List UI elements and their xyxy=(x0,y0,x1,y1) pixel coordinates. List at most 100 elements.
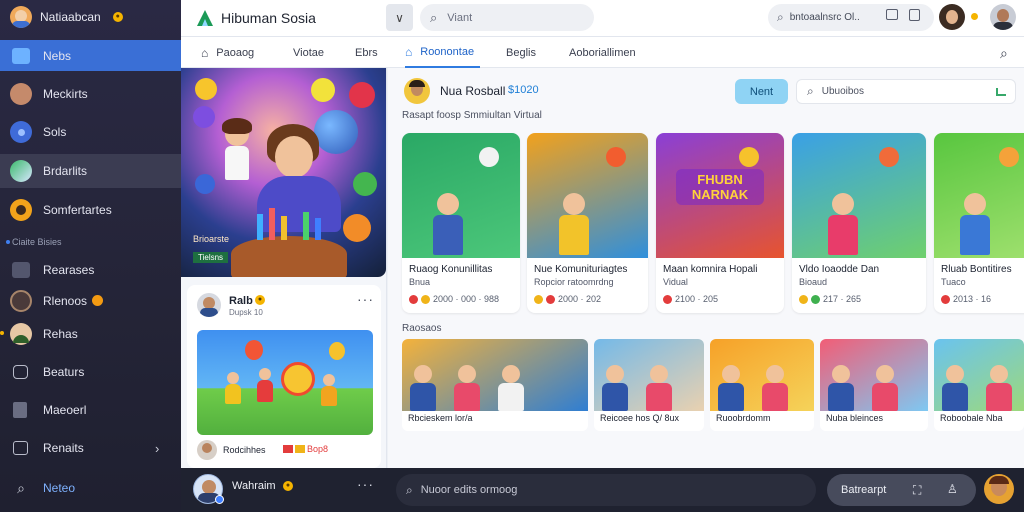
reaction-icon xyxy=(811,294,820,304)
check-icon[interactable] xyxy=(996,87,1006,96)
post-image[interactable] xyxy=(197,330,373,435)
video-meta: 2100 · 205 xyxy=(663,294,718,304)
video-card[interactable]: Nue Komunituriagtes Ropcior ratoomrdng 200… xyxy=(527,133,648,313)
featured-video[interactable]: Brioarste Tielsns xyxy=(181,68,386,277)
character-head xyxy=(323,374,335,386)
sidebar-item-beaturs[interactable]: Beaturs xyxy=(0,358,181,386)
recent-thumbnail[interactable] xyxy=(402,339,588,411)
video-thumbnail[interactable] xyxy=(527,133,648,258)
sidebar-profile[interactable]: Natiaabcan ● xyxy=(0,0,181,34)
video-subtitle: Bnua xyxy=(409,277,431,287)
search-icon[interactable]: ⌕ xyxy=(1000,45,1008,62)
recent-card[interactable]: Ruoobrdomm xyxy=(710,339,814,431)
status-dot xyxy=(971,13,978,20)
sidebar-item-meckirts[interactable]: Meckirts xyxy=(0,80,181,108)
tab-ebrs[interactable]: Ebrs xyxy=(355,37,378,68)
tab-paoaog[interactable]: ⌂ Paoaog xyxy=(201,37,254,68)
avatar[interactable] xyxy=(197,440,217,460)
character-head xyxy=(502,365,520,383)
channel-name: Nua Rosball xyxy=(440,84,506,98)
balloon-shape xyxy=(879,147,899,167)
sidebar-item-rlenoos[interactable]: Rlenoos xyxy=(0,287,181,315)
home-icon xyxy=(12,47,30,64)
tab-viotae[interactable]: Viotae xyxy=(293,37,324,68)
recent-card[interactable]: Nuba bleinces xyxy=(820,339,928,431)
leaf-icon xyxy=(10,160,32,182)
video-card[interactable]: Rluab Bontitires Tuaco 2013 · 16 xyxy=(934,133,1024,313)
user-icon[interactable]: ♙ xyxy=(947,482,958,496)
video-meta: 2000 · 000 · 988 xyxy=(409,294,499,304)
avatar[interactable] xyxy=(939,4,965,30)
flag-icon xyxy=(283,445,293,453)
profile-avatar[interactable] xyxy=(990,4,1016,30)
image-icon[interactable] xyxy=(886,9,898,20)
sidebar: Natiaabcan ● Nebs Meckirts Sols Brdarlit… xyxy=(0,0,181,512)
profile-avatar[interactable] xyxy=(984,474,1014,504)
video-card[interactable]: Ruaog Konunillitas Bnua 2000 · 000 · 988 xyxy=(402,133,520,313)
recent-card[interactable]: Roboobale Nba xyxy=(934,339,1024,431)
sidebar-item-sols[interactable]: Sols xyxy=(0,118,181,146)
reaction-icon xyxy=(546,294,555,304)
tab-roonontae[interactable]: ⌂ Roonontae xyxy=(405,37,481,68)
video-thumbnail[interactable] xyxy=(934,133,1024,258)
video-card[interactable]: Vldo Ioaodde Dan Bioaud 217 · 265 xyxy=(792,133,926,313)
tab-label: Paoaog xyxy=(216,46,255,59)
video-thumbnail[interactable]: FHUBN NARNAK xyxy=(656,133,784,258)
character-head xyxy=(275,136,313,178)
channel-avatar[interactable] xyxy=(404,78,430,104)
tab-aoboriallimen[interactable]: Aoboriallimen xyxy=(569,37,636,68)
follow-button[interactable]: Nent xyxy=(735,79,788,104)
sidebar-item-label: Renaits xyxy=(43,441,84,455)
character-body xyxy=(986,383,1012,411)
video-thumbnail[interactable] xyxy=(792,133,926,258)
balloon-shape xyxy=(353,172,377,196)
avatar[interactable] xyxy=(197,293,221,317)
character-body xyxy=(559,215,589,255)
video-meta-text: 2013 · 16 xyxy=(953,294,992,304)
video-title: Nue Komunituriagtes xyxy=(534,264,628,275)
sidebar-item-brdarlits[interactable]: Brdarlits xyxy=(0,154,181,188)
chevron-down-icon[interactable]: ∨ xyxy=(386,4,413,31)
character-body xyxy=(410,383,436,411)
character-head xyxy=(990,365,1008,383)
sidebar-item-somfertartes[interactable]: Somfertartes xyxy=(0,196,181,224)
recent-caption: Ruoobrdomm xyxy=(716,413,771,423)
sidebar-section-header: Ciaite Bisies xyxy=(0,234,181,250)
sidebar-item-renaits[interactable]: Renaits › xyxy=(0,434,181,462)
search-input[interactable]: ⌕ Viant xyxy=(420,4,594,31)
sidebar-item-label: Rearases xyxy=(43,263,95,277)
tab-beglis[interactable]: Beglis xyxy=(506,37,536,68)
recent-thumbnail[interactable] xyxy=(594,339,704,411)
video-subtitle: Tuaco xyxy=(941,277,966,287)
sidebar-item-neteo[interactable]: ⌕ Neteo xyxy=(0,474,181,502)
character-body xyxy=(257,380,273,402)
more-options-icon[interactable]: ··· xyxy=(357,291,374,307)
character-body xyxy=(225,384,241,404)
avatar[interactable] xyxy=(10,6,32,28)
recent-thumbnail[interactable] xyxy=(934,339,1024,411)
tab-label: Aoboriallimen xyxy=(569,46,636,59)
sidebar-item-maeoerl[interactable]: Maeoerl xyxy=(0,396,181,424)
recent-card[interactable]: Reicoee hos Q/ 8ux xyxy=(594,339,704,431)
recent-card[interactable]: Rbcieskem lor/a xyxy=(402,339,588,431)
image-icon[interactable]: ⛶ xyxy=(913,483,921,498)
post-author[interactable]: Ralb xyxy=(229,295,253,307)
message-input[interactable]: ⌕ Nuoor edits ormoog xyxy=(396,474,816,506)
channel-search-input[interactable]: ⌕ Ubuoibos xyxy=(796,79,1016,104)
video-card[interactable]: FHUBN NARNAK Maan komnira Hopali Vidual 210… xyxy=(656,133,784,313)
recent-thumbnail[interactable] xyxy=(710,339,814,411)
bottom-user-name[interactable]: Wahraim xyxy=(232,480,276,492)
sidebar-item-rearases[interactable]: Rearases xyxy=(0,256,181,284)
more-options-icon[interactable]: ··· xyxy=(357,476,374,492)
recent-thumbnail[interactable] xyxy=(820,339,928,411)
sidebar-item-nebs[interactable]: Nebs xyxy=(0,40,181,71)
clipboard-icon[interactable] xyxy=(909,9,920,21)
character-body xyxy=(828,383,854,411)
sidebar-item-label: Sols xyxy=(43,125,67,139)
block-shape xyxy=(303,212,309,240)
global-search-text: bntoaalnsrc Ol.. xyxy=(789,12,860,23)
sidebar-item-rehas[interactable]: Rehas xyxy=(0,320,181,348)
video-thumbnail[interactable] xyxy=(402,133,520,258)
action-pill[interactable]: Batrearpt ⛶ ♙ xyxy=(827,474,976,506)
chevron-right-icon[interactable]: › xyxy=(155,441,159,456)
